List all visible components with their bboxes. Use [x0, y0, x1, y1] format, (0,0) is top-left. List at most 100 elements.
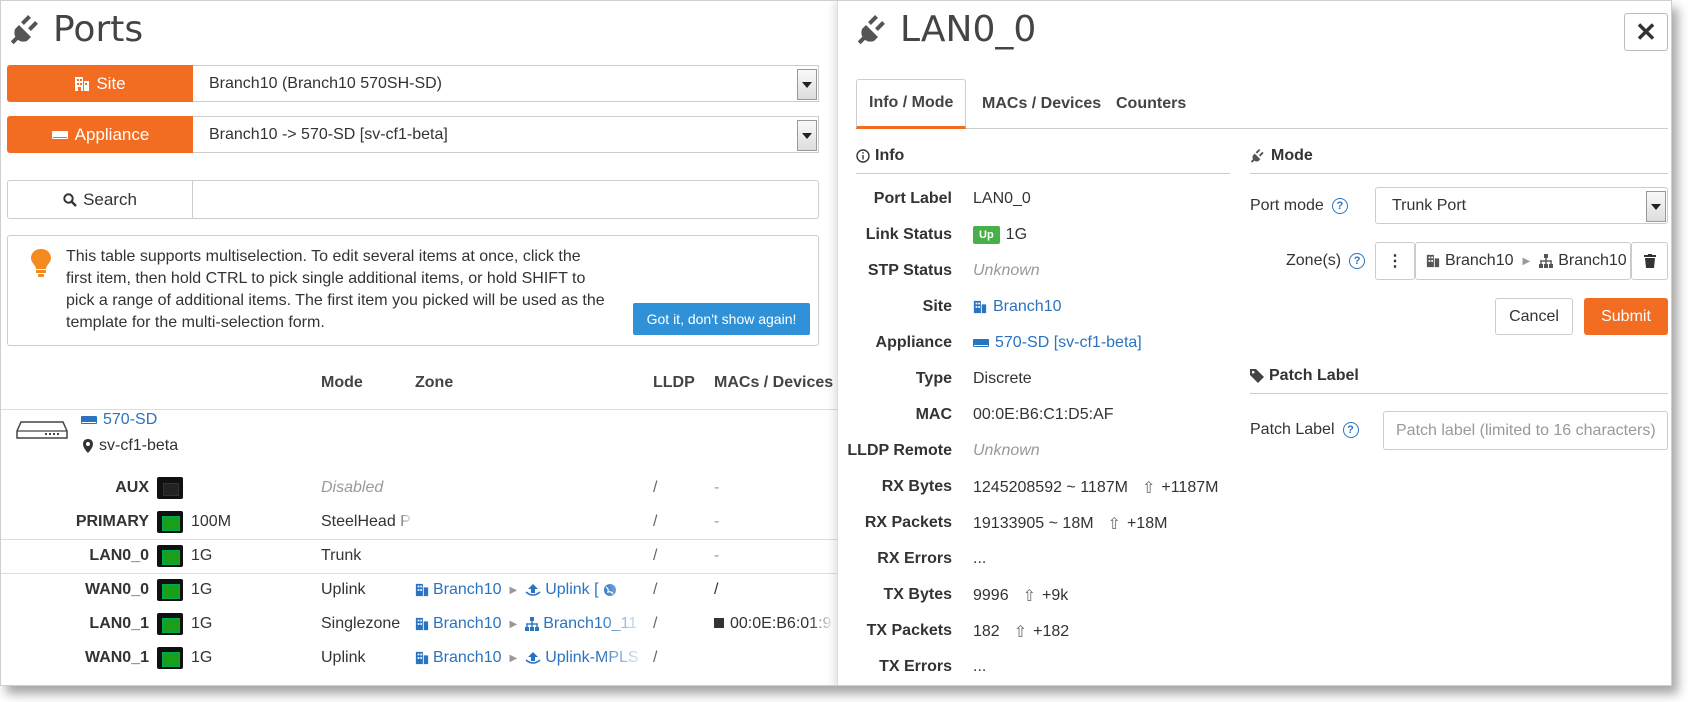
site-link[interactable]: Branch10 [973, 298, 1062, 316]
appliance-select[interactable]: Branch10 -> 570-SD [sv-cf1-beta] [193, 116, 819, 153]
port-speed: 1G [191, 581, 213, 598]
patch-label-input[interactable]: Patch label (limited to 16 characters) [1383, 411, 1668, 450]
appliance-icon [51, 130, 68, 139]
appliance-link-text: 570-SD [sv-cf1-beta] [995, 334, 1142, 351]
port-speed: 1G [191, 547, 213, 564]
search-button[interactable]: Search [7, 180, 193, 219]
panel-title-text: LAN0_0 [900, 9, 1037, 50]
info-value: Unknown [973, 262, 1040, 279]
device-icon [714, 618, 724, 628]
info-type: Type Discrete [856, 370, 1216, 404]
patch-divider [1250, 393, 1668, 394]
info-key: TX Packets [866, 622, 952, 639]
appliance-label: Appliance [7, 116, 193, 153]
table-row[interactable]: LAN0_1 1G Singlezone Branch10 ▶ Branch10… [1, 607, 837, 641]
close-button[interactable]: ✕ [1624, 13, 1668, 51]
info-rx-errors: RX Errors... [856, 550, 1216, 584]
zone-name: Branch10_11 [543, 615, 638, 632]
port-speed: 100M [191, 513, 232, 530]
chevron-right-icon: ▶ [509, 652, 518, 664]
port-name: LAN0_0 [89, 547, 149, 564]
port-mode: Uplink [321, 581, 366, 598]
port-macs: - [714, 547, 720, 564]
tip-text: This table supports multiselection. To e… [66, 248, 605, 331]
ethernet-port-icon [157, 511, 183, 533]
patch-heading-text: Patch Label [1269, 367, 1359, 384]
plug-icon [10, 14, 38, 44]
port-speed: 1G [191, 615, 213, 632]
dismiss-tip-button[interactable]: Got it, don't show again! [633, 303, 810, 335]
info-value: 19133905 ~ 18M ⇧ +18M [973, 514, 1167, 534]
tab-counters[interactable]: Counters [1104, 79, 1198, 129]
table-row[interactable]: WAN0_1 1G Uplink Branch10 ▶ Uplink-MPLS … [1, 641, 837, 675]
port-lldp: / [653, 513, 658, 530]
table-row[interactable]: AUX Disabled / - [1, 471, 837, 505]
zone-site: Branch10 [433, 581, 502, 598]
app-window: Ports Site Branch10 (Branch10 570SH-SD) … [0, 0, 1672, 686]
patch-section-heading: Patch Label [1250, 367, 1359, 385]
help-icon[interactable]: ? [1349, 253, 1366, 269]
appliance-selector[interactable]: Appliance Branch10 -> 570-SD [sv-cf1-bet… [7, 116, 819, 153]
appliance-dropdown-arrow-icon[interactable] [797, 120, 817, 151]
zone-menu-button[interactable]: ⋮ [1375, 242, 1415, 280]
tab-info-mode[interactable]: Info / Mode [856, 79, 967, 129]
column-header-mode[interactable]: Mode [321, 374, 363, 392]
zone-path-name: Branch10 [1558, 252, 1627, 269]
appliance-link[interactable]: 570-SD [sv-cf1-beta] [973, 334, 1142, 352]
column-header-zone[interactable]: Zone [415, 374, 453, 392]
globe-icon [603, 584, 616, 596]
info-value: 9996 ⇧ +9k [973, 586, 1068, 606]
zone-name: Uplink-MPLS [545, 649, 639, 666]
delete-zone-button[interactable] [1631, 242, 1668, 280]
table-row[interactable]: PRIMARY 100M SteelHead P / - [1, 505, 837, 539]
appliance-link[interactable]: 570-SD [81, 411, 157, 429]
port-name: LAN0_1 [89, 615, 149, 632]
site-dropdown-arrow-icon[interactable] [797, 69, 817, 100]
location: sv-cf1-beta [83, 437, 178, 455]
mode-section-heading: Mode [1250, 147, 1313, 165]
port-mode-select[interactable]: Trunk Port [1375, 187, 1668, 224]
zone-name: Uplink [ [545, 581, 599, 598]
arrow-up-icon: ⇧ [1107, 516, 1121, 533]
tab-macs-devices[interactable]: MACs / Devices [970, 79, 1113, 129]
appliance-link-text: 570-SD [103, 411, 158, 428]
panel-title: LAN0_0 [856, 9, 1036, 50]
uplink-icon [525, 584, 541, 596]
info-key: TX Bytes [883, 586, 952, 603]
location-text: sv-cf1-beta [99, 437, 179, 454]
column-header-lldp[interactable]: LLDP [653, 374, 695, 392]
port-zone[interactable]: Branch10 ▶ Uplink [ [415, 581, 647, 599]
zones-label: Zone(s)? [1286, 252, 1366, 270]
port-zone[interactable]: Branch10 ▶ Uplink-MPLS [415, 649, 647, 667]
table-row[interactable]: WAN0_0 1G Uplink Branch10 ▶ Uplink [ / / [1, 573, 837, 607]
lightbulb-icon [31, 249, 51, 277]
zone-path[interactable]: Branch10 ▶ Branch10 [1415, 242, 1631, 280]
port-mode-dropdown-arrow-icon[interactable] [1646, 191, 1666, 222]
cancel-button[interactable]: Cancel [1495, 298, 1573, 335]
counter-delta: +1187M [1161, 479, 1219, 496]
appliance-select-value: Branch10 -> 570-SD [sv-cf1-beta] [209, 125, 448, 143]
search-input[interactable] [193, 180, 819, 219]
column-header-macs[interactable]: MACs / Devices [714, 374, 837, 392]
help-icon[interactable]: ? [1331, 198, 1348, 214]
counter-value: 9996 [973, 587, 1009, 604]
site-select[interactable]: Branch10 (Branch10 570SH-SD) [193, 65, 819, 102]
help-icon[interactable]: ? [1342, 422, 1359, 438]
table-row-selected[interactable]: LAN0_0 1G Trunk / - [1, 539, 837, 573]
header-divider [1, 409, 837, 410]
network-icon [525, 617, 540, 631]
port-lldp: / [653, 479, 658, 496]
zone-site: Branch10 [433, 649, 502, 666]
info-key: RX Bytes [881, 478, 952, 495]
site-selector[interactable]: Site Branch10 (Branch10 570SH-SD) [7, 65, 819, 102]
building-icon [415, 651, 429, 665]
tag-icon [1250, 369, 1264, 383]
port-macs: 00:0E:B6:01:9 [714, 615, 834, 633]
info-key: MAC [915, 406, 952, 423]
counter-value: 182 [973, 623, 1000, 640]
page-title: Ports [9, 9, 143, 50]
submit-button[interactable]: Submit [1584, 298, 1668, 335]
port-zone[interactable]: Branch10 ▶ Branch10_11 [415, 615, 647, 633]
info-icon [856, 149, 870, 163]
tab-bar: Info / Mode MACs / Devices Counters [856, 79, 1668, 129]
